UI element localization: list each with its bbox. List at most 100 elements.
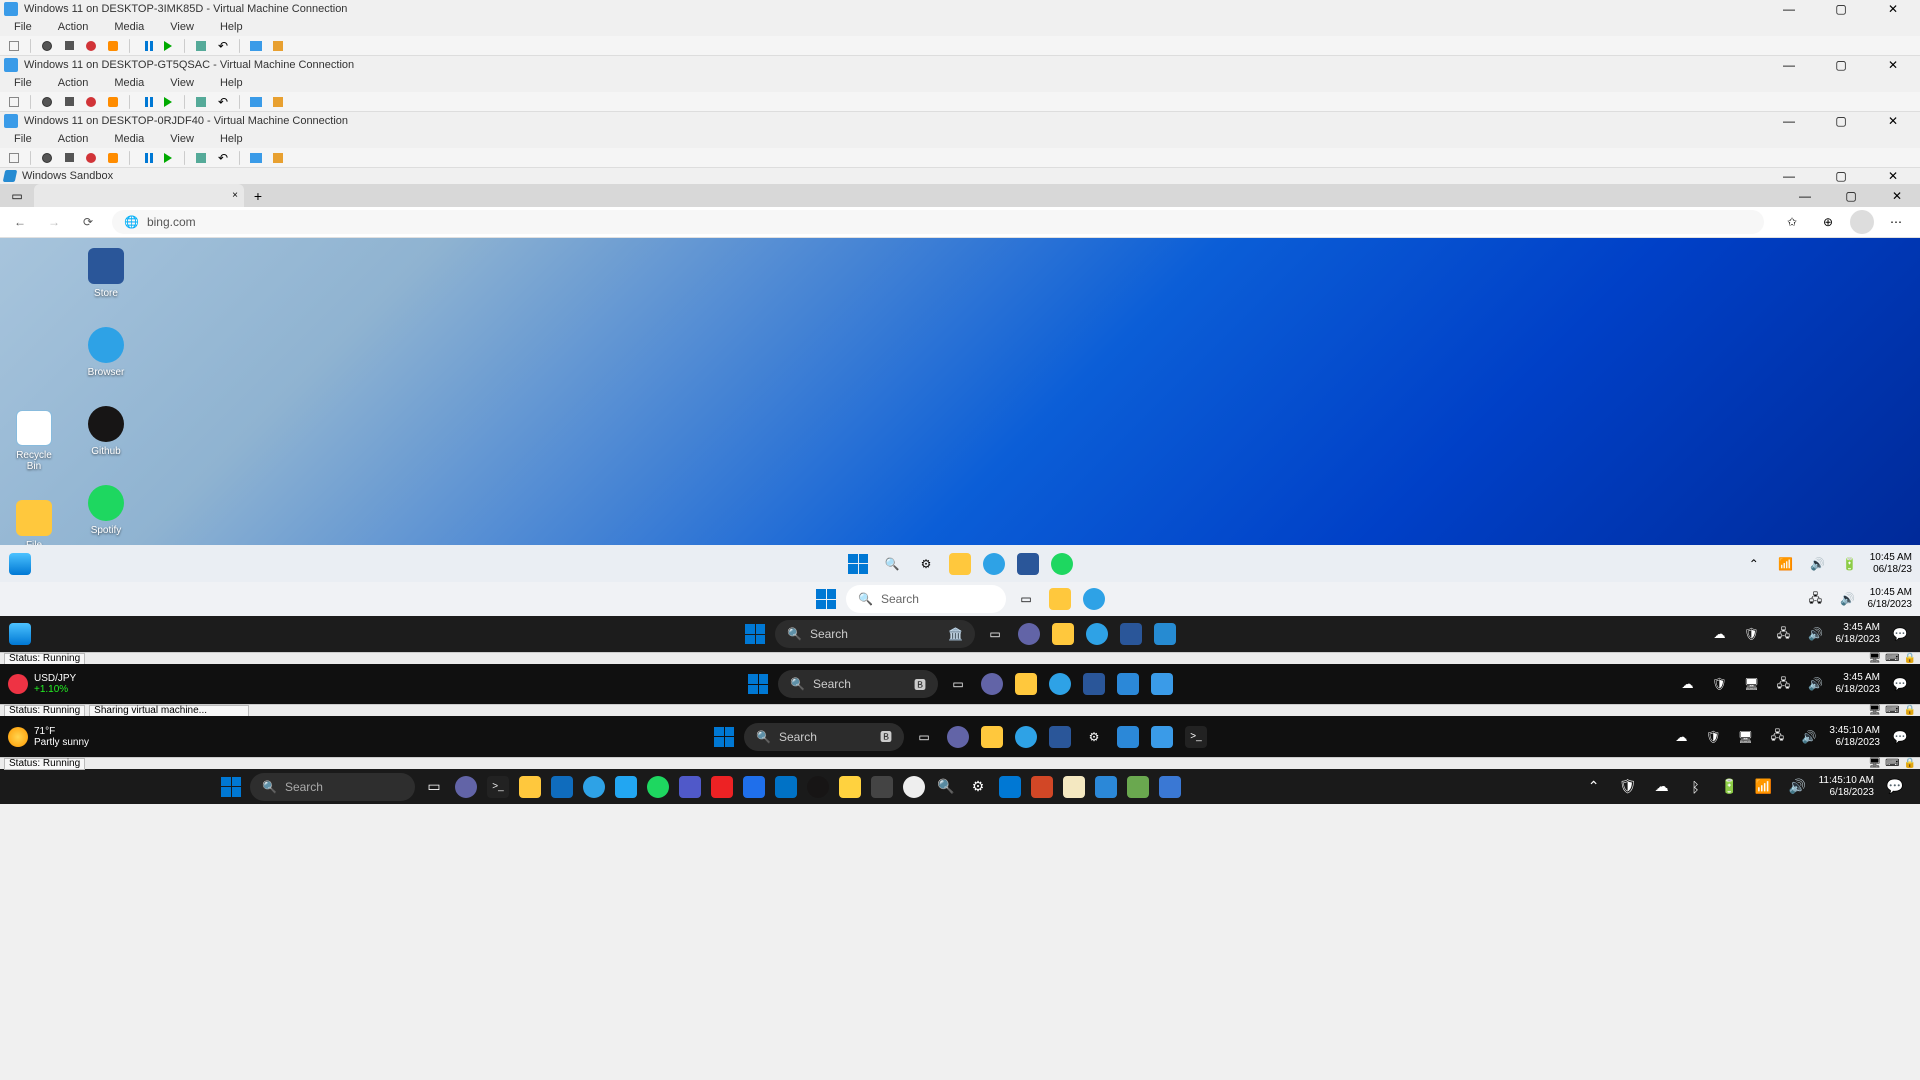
spotify-icon[interactable] (645, 774, 671, 800)
reset-icon[interactable] (160, 94, 176, 110)
reset-icon[interactable] (160, 150, 176, 166)
store-icon[interactable] (1046, 723, 1074, 751)
notifications-icon[interactable]: 💬 (1888, 725, 1912, 749)
new-tab-button[interactable]: + (244, 184, 272, 207)
file-explorer-icon[interactable] (978, 723, 1006, 751)
start-button[interactable] (744, 670, 772, 698)
search-input[interactable]: 🔍 Search (846, 585, 1006, 613)
back-button[interactable]: ← (10, 212, 30, 232)
desktop[interactable]: Recycle Bin File Explorer Store Browser … (0, 238, 1920, 545)
notes-icon[interactable] (837, 774, 863, 800)
save-icon[interactable] (105, 94, 121, 110)
shutdown-icon[interactable] (83, 38, 99, 54)
file-explorer-icon[interactable] (946, 550, 974, 578)
terminal-icon[interactable]: >_ (485, 774, 511, 800)
ctrl-alt-del-icon[interactable] (6, 38, 22, 54)
start-icon[interactable] (39, 38, 55, 54)
store-icon[interactable] (1014, 550, 1042, 578)
close-tab-icon[interactable]: × (232, 190, 238, 201)
pause-icon[interactable] (138, 94, 154, 110)
menu-file[interactable]: File (10, 75, 36, 91)
menu-file[interactable]: File (10, 131, 36, 147)
security-icon[interactable] (997, 774, 1023, 800)
minimize-button[interactable]: — (1766, 167, 1812, 185)
hyperv-manager-icon[interactable] (1114, 670, 1142, 698)
settings-icon[interactable]: ⚙ (965, 774, 991, 800)
maximize-button[interactable]: ▢ (1818, 56, 1864, 74)
lock-icon[interactable]: 🔒 (1904, 653, 1916, 664)
site-info-icon[interactable]: 🌐 (124, 215, 139, 229)
task-view-icon[interactable]: ▭ (910, 723, 938, 751)
checkpoint-icon[interactable] (193, 38, 209, 54)
calculator-icon[interactable] (869, 774, 895, 800)
minimize-button[interactable]: — (1766, 0, 1812, 18)
stop-icon[interactable] (61, 94, 77, 110)
menu-media[interactable]: Media (110, 131, 148, 147)
share-icon[interactable] (270, 150, 286, 166)
edge-icon[interactable] (1012, 723, 1040, 751)
search-input[interactable]: 🔍 Search 🅱 (744, 723, 904, 751)
favorites-icon[interactable]: ✩ (1778, 208, 1806, 236)
security-icon[interactable]: 🛡 (1701, 725, 1725, 749)
file-explorer-icon[interactable] (1046, 585, 1074, 613)
volume-icon[interactable]: 🔊 (1804, 672, 1828, 696)
start-icon[interactable] (39, 94, 55, 110)
menu-help[interactable]: Help (216, 131, 247, 147)
teams-icon[interactable] (677, 774, 703, 800)
adobe-icon[interactable] (709, 774, 735, 800)
clock-icon[interactable] (901, 774, 927, 800)
browser-maximize-button[interactable]: ▢ (1828, 187, 1874, 205)
maps-icon[interactable] (1125, 774, 1151, 800)
close-button[interactable]: ✕ (1870, 56, 1916, 74)
display-config-icon[interactable]: 🖥 (1868, 758, 1881, 769)
revert-icon[interactable]: ↶ (215, 94, 231, 110)
clock[interactable]: 10:45 AM 6/18/2023 (1868, 587, 1913, 611)
settings-icon[interactable]: ⚙ (1080, 723, 1108, 751)
volume-icon[interactable]: 🔊 (1806, 552, 1830, 576)
clock[interactable]: 3:45 AM 6/18/2023 (1836, 622, 1881, 646)
sandbox-icon[interactable] (1151, 620, 1179, 648)
snipping-tool-icon[interactable] (741, 774, 767, 800)
search-icon[interactable]: 🔍 (878, 550, 906, 578)
browser-close-button[interactable]: ✕ (1874, 187, 1920, 205)
wifi-icon[interactable]: 📶 (1751, 774, 1777, 800)
input-capture-icon[interactable]: ⌨ (1885, 758, 1899, 769)
checkpoint-icon[interactable] (193, 150, 209, 166)
vmconnect-icon[interactable] (1148, 723, 1176, 751)
onedrive-icon[interactable]: ☁ (1708, 622, 1732, 646)
security-icon[interactable]: 🛡 (1708, 672, 1732, 696)
refresh-button[interactable]: ⟳ (78, 212, 98, 232)
enhanced-session-icon[interactable] (248, 150, 264, 166)
menu-view[interactable]: View (166, 75, 198, 91)
chevron-up-icon[interactable]: ⌃ (1742, 552, 1766, 576)
desktop-icon-file-explorer[interactable]: File Explorer (8, 500, 60, 545)
desktop-icon-browser[interactable]: Browser (80, 327, 132, 378)
azure-icon[interactable] (773, 774, 799, 800)
display-config-icon[interactable]: 🖥 (1868, 705, 1881, 716)
github-icon[interactable] (805, 774, 831, 800)
input-capture-icon[interactable]: ⌨ (1885, 653, 1899, 664)
clock[interactable]: 11:45:10 AM 6/18/2023 (1819, 775, 1874, 799)
maximize-button[interactable]: ▢ (1818, 167, 1864, 185)
shutdown-icon[interactable] (83, 150, 99, 166)
address-bar[interactable]: 🌐 bing.com (112, 210, 1764, 234)
browser-minimize-button[interactable]: — (1782, 187, 1828, 205)
reset-icon[interactable] (160, 38, 176, 54)
start-button[interactable] (812, 585, 840, 613)
powerpoint-icon[interactable] (1029, 774, 1055, 800)
desktop-icon-spotify[interactable]: Spotify (80, 485, 132, 536)
battery-icon[interactable]: 🔋 (1838, 552, 1862, 576)
ctrl-alt-del-icon[interactable] (6, 94, 22, 110)
battery-icon[interactable]: 🔋 (1717, 774, 1743, 800)
file-explorer-icon[interactable] (1012, 670, 1040, 698)
task-view-icon[interactable]: ▭ (421, 774, 447, 800)
desktop-icon-store[interactable]: Store (80, 248, 132, 299)
settings-icon[interactable]: ⚙ (912, 550, 940, 578)
search-input[interactable]: 🔍 Search 🅱 (778, 670, 938, 698)
finance-widget[interactable]: USD/JPY +1.10% (8, 673, 208, 695)
share-icon[interactable] (270, 94, 286, 110)
tab-actions-icon[interactable]: ▭ (0, 184, 34, 207)
menu-media[interactable]: Media (110, 19, 148, 35)
save-icon[interactable] (105, 150, 121, 166)
profile-button[interactable] (1850, 210, 1874, 234)
